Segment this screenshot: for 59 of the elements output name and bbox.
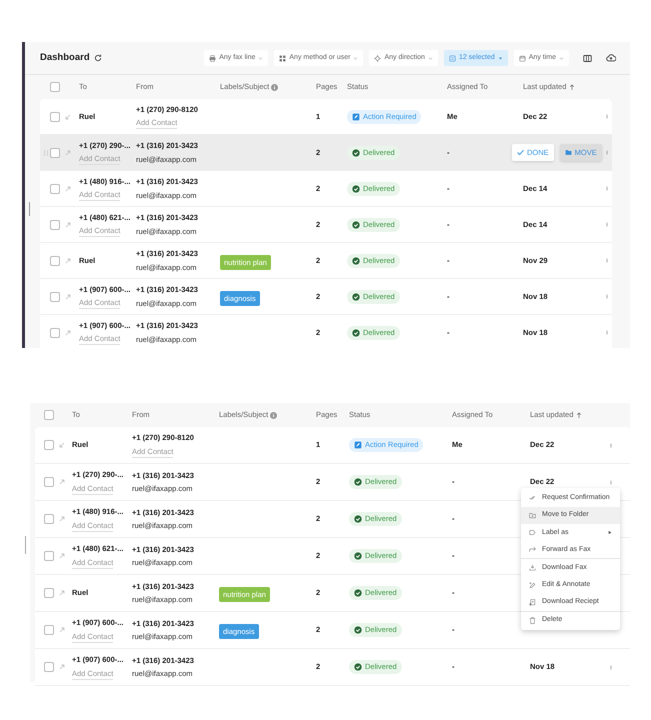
row-checkbox[interactable] — [44, 514, 54, 524]
check-circle-icon — [352, 292, 360, 300]
sort-up-arrow-icon[interactable] — [569, 84, 576, 90]
row-checkbox[interactable] — [50, 112, 60, 122]
row-checkbox[interactable] — [50, 328, 60, 338]
double-check-icon — [529, 494, 536, 502]
forward-arrow-icon — [529, 546, 536, 554]
receipt-icon — [529, 598, 536, 606]
row-checkbox[interactable] — [50, 184, 60, 194]
dropdown-caret-icon — [353, 56, 358, 60]
check-circle-icon — [354, 626, 362, 634]
row-checkbox[interactable] — [44, 551, 54, 561]
check-icon — [517, 149, 524, 156]
dropdown-caret-icon — [559, 56, 564, 60]
select-all-checkbox[interactable] — [50, 82, 60, 92]
row-checkbox[interactable] — [50, 292, 60, 302]
pencil-icon — [529, 582, 536, 589]
submenu-arrow-icon — [608, 530, 612, 536]
dropdown-caret-icon — [498, 56, 503, 60]
calendar-icon — [518, 54, 526, 62]
info-icon — [270, 412, 278, 418]
check-circle-icon — [354, 663, 362, 671]
check-circle-icon — [354, 552, 362, 560]
check-circle-icon — [354, 515, 362, 523]
row-checkbox[interactable] — [44, 477, 54, 487]
grid-icon — [279, 54, 286, 62]
check-circle-icon — [352, 328, 360, 336]
printer-icon — [209, 54, 216, 62]
row-checkbox[interactable] — [44, 662, 54, 672]
row-checkbox[interactable] — [44, 440, 54, 450]
dropdown-caret-icon — [428, 56, 433, 60]
row-checkbox[interactable] — [44, 625, 54, 635]
select-all-checkbox[interactable] — [44, 410, 54, 420]
check-circle-icon — [354, 589, 362, 597]
row-checkbox[interactable] — [44, 588, 54, 598]
sort-up-arrow-icon[interactable] — [576, 412, 582, 418]
check-circle-icon — [352, 220, 360, 228]
compass-icon — [374, 54, 382, 62]
page-title: Dashboard — [40, 50, 90, 65]
clipboard-icon — [354, 441, 362, 449]
download-icon — [529, 564, 536, 572]
clipboard-icon — [352, 112, 360, 120]
row-checkbox[interactable] — [50, 220, 60, 230]
dropdown-caret-icon — [258, 56, 264, 60]
list-icon — [448, 54, 456, 62]
check-circle-icon — [352, 148, 360, 156]
trash-icon — [529, 616, 536, 624]
refresh-icon[interactable] — [94, 54, 102, 62]
columns-icon[interactable] — [583, 54, 592, 62]
check-circle-icon — [352, 256, 360, 264]
info-icon — [271, 84, 278, 90]
folder-icon — [529, 512, 536, 519]
folder-icon — [564, 149, 572, 156]
row-checkbox[interactable] — [50, 256, 60, 266]
cloud-upload-icon[interactable] — [606, 53, 616, 63]
row-checkbox[interactable] — [50, 148, 60, 158]
tag-icon — [529, 529, 536, 536]
check-circle-icon — [354, 478, 362, 486]
check-circle-icon — [352, 184, 360, 192]
